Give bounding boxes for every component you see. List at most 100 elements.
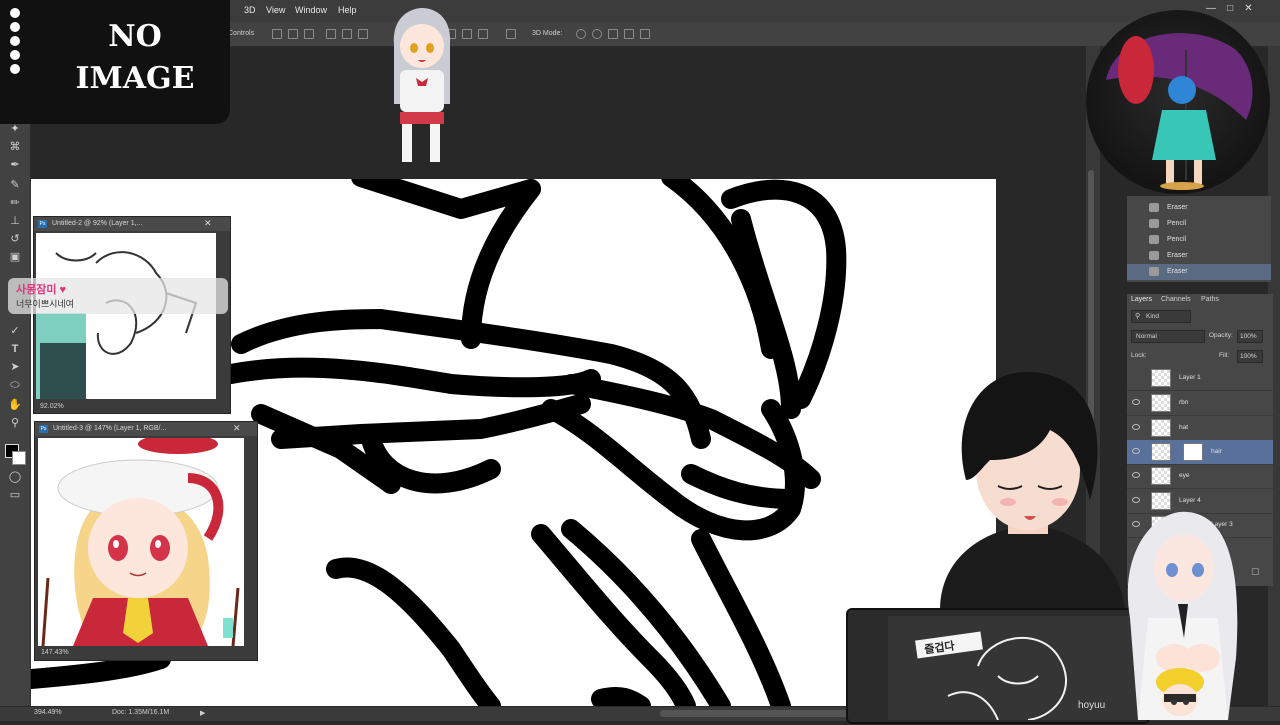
- document-tab[interactable]: Ps Untitled-3 @ 147% (Layer 1, RGB/... ✕: [35, 422, 257, 436]
- lock-icon[interactable]: ▢: [1251, 566, 1260, 577]
- zoom-icon[interactable]: ⚲: [7, 416, 23, 430]
- close-icon[interactable]: ✕: [233, 423, 241, 434]
- stamp-icon[interactable]: ⊥: [7, 214, 23, 228]
- no-image-overlay: NO IMAGE: [0, 0, 230, 124]
- document-size: Doc: 1.35M/16.1M: [112, 709, 170, 716]
- fill-value: 100%: [1240, 353, 1257, 360]
- history-item[interactable]: Pencil: [1127, 216, 1271, 232]
- hand-icon[interactable]: ✋: [7, 398, 23, 412]
- ps-icon: Ps: [38, 220, 47, 228]
- document-window-untitled-2[interactable]: Ps Untitled-2 @ 92% (Layer 1,... ✕ 92.02…: [33, 216, 231, 414]
- umbrella-character-illustration: [1106, 33, 1253, 190]
- dot-icon: [10, 22, 20, 32]
- menu-window[interactable]: Window: [295, 5, 327, 15]
- screenmode-icon[interactable]: ▭: [7, 488, 23, 502]
- avatar-badge: [1086, 10, 1270, 194]
- dot-icon: [10, 8, 20, 18]
- align-left-icon[interactable]: [326, 29, 336, 39]
- close-icon[interactable]: ✕: [204, 218, 212, 229]
- path-select-icon[interactable]: ➤: [7, 360, 23, 374]
- magic-wand-icon[interactable]: ✦: [7, 122, 23, 136]
- distribute-icon[interactable]: [462, 29, 472, 39]
- lock-label: Lock:: [1131, 352, 1147, 359]
- layer-thumbnail: [1151, 369, 1171, 387]
- fill-field[interactable]: 100%: [1237, 350, 1263, 363]
- 3d-mode-label: 3D Mode:: [532, 30, 563, 37]
- history-item[interactable]: Eraser: [1127, 200, 1271, 216]
- layer-thumbnail: [1151, 419, 1171, 437]
- shape-icon[interactable]: ⬭: [7, 378, 23, 392]
- blend-mode-value: Normal: [1136, 333, 1157, 340]
- menu-3d[interactable]: 3D: [244, 5, 256, 15]
- auto-align-icon[interactable]: [506, 29, 516, 39]
- 3d-rotate-icon[interactable]: [576, 29, 586, 39]
- status-menu-arrow-icon[interactable]: ▶: [200, 709, 205, 717]
- filter-kind-select[interactable]: ⚲ Kind: [1131, 310, 1191, 323]
- align-bottom-icon[interactable]: [304, 29, 314, 39]
- tablet-brand-logo: hoyuu: [1078, 700, 1106, 711]
- 3d-scale-icon[interactable]: [640, 29, 650, 39]
- layer-row[interactable]: hat: [1127, 416, 1273, 441]
- crop-icon[interactable]: ⌘: [7, 140, 23, 154]
- 3d-pan-icon[interactable]: [608, 29, 618, 39]
- menu-view[interactable]: View: [266, 5, 285, 15]
- align-top-icon[interactable]: [272, 29, 282, 39]
- dot-icon: [10, 50, 20, 60]
- background-color-swatch[interactable]: [12, 451, 26, 465]
- tab-channels[interactable]: Channels: [1161, 296, 1191, 303]
- dot-icon: [10, 64, 20, 74]
- history-item[interactable]: Pencil: [1127, 232, 1271, 248]
- layer-name: hair: [1211, 448, 1222, 455]
- controls-label: Controls: [228, 30, 255, 37]
- layer-row[interactable]: rbn: [1127, 391, 1273, 416]
- zoom-readout: 92.02%: [40, 403, 64, 410]
- quickmask-icon[interactable]: ◯: [7, 470, 23, 484]
- history-item-label: Eraser: [1167, 252, 1188, 259]
- document-window-untitled-3[interactable]: Ps Untitled-3 @ 147% (Layer 1, RGB/... ✕…: [34, 421, 258, 661]
- opacity-value: 100%: [1240, 333, 1257, 340]
- layer-name: hat: [1179, 424, 1189, 431]
- opacity-field[interactable]: 100%: [1237, 330, 1263, 343]
- ps-icon: Ps: [39, 425, 48, 433]
- align-right-icon[interactable]: [358, 29, 368, 39]
- kind-label: Kind: [1146, 313, 1160, 320]
- tools-panel: ✦ ⌘ ✒ ✎ ✏ ⊥ ↺ ▣ ✓ T ➤ ⬭ ✋ ⚲ ◯ ▭: [0, 46, 31, 706]
- history-item-label: Pencil: [1167, 220, 1187, 227]
- history-brush-icon[interactable]: ↺: [7, 232, 23, 246]
- type-icon[interactable]: T: [7, 342, 23, 356]
- layer-row[interactable]: Layer 1: [1127, 366, 1273, 391]
- layer-name: eye: [1179, 472, 1190, 479]
- tab-paths[interactable]: Paths: [1201, 296, 1219, 303]
- vtuber-avatar: [940, 371, 1125, 610]
- blend-mode-select[interactable]: Normal: [1131, 330, 1205, 343]
- pen-icon[interactable]: ✓: [7, 324, 23, 338]
- tablet-screen: 즐겁다 hoyuu: [888, 616, 1138, 721]
- 3d-slide-icon[interactable]: [624, 29, 634, 39]
- align-hcenter-icon[interactable]: [342, 29, 352, 39]
- eraser-icon[interactable]: ▣: [7, 250, 23, 264]
- pencil-icon[interactable]: ✏: [7, 196, 23, 210]
- history-item-selected[interactable]: Eraser: [1127, 264, 1271, 280]
- history-item[interactable]: Eraser: [1127, 248, 1271, 264]
- layer-row[interactable]: eye: [1127, 464, 1273, 489]
- brush-icon[interactable]: ✎: [7, 178, 23, 192]
- pencil-icon: [1149, 219, 1159, 228]
- eraser-icon: [1149, 267, 1159, 276]
- eyedropper-icon[interactable]: ✒: [7, 158, 23, 172]
- tab-layers[interactable]: Layers: [1131, 296, 1152, 303]
- distribute-icon[interactable]: [478, 29, 488, 39]
- chat-text: 너무이쁘시네여: [16, 299, 74, 309]
- no-image-line-1: NO: [108, 19, 162, 54]
- menu-help[interactable]: Help: [338, 5, 357, 15]
- chibi-yellow-hat: [1156, 668, 1204, 716]
- zoom-level[interactable]: 394.49%: [34, 709, 62, 716]
- document-tab[interactable]: Ps Untitled-2 @ 92% (Layer 1,... ✕: [34, 217, 230, 231]
- character-illustration: [41, 438, 240, 646]
- align-vcenter-icon[interactable]: [288, 29, 298, 39]
- layer-mask-thumbnail[interactable]: [1183, 443, 1203, 461]
- layer-row-selected[interactable]: hair: [1127, 440, 1273, 465]
- history-panel: Eraser Pencil Pencil Eraser Eraser: [1127, 196, 1271, 282]
- chat-username: 사몽잠미 ♥: [16, 284, 67, 296]
- history-item-label: Eraser: [1167, 204, 1188, 211]
- 3d-roll-icon[interactable]: [592, 29, 602, 39]
